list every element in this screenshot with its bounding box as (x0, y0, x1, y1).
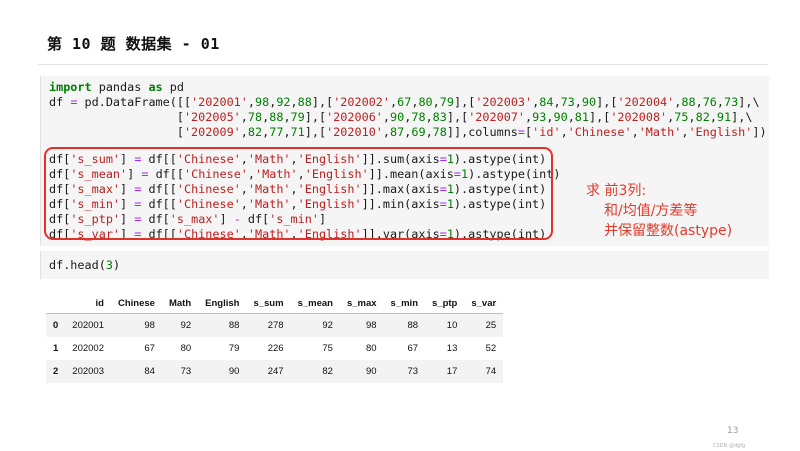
column-header-math: Math (168, 297, 192, 309)
table-row: 2 202003 84 73 90 247 82 90 73 17 74 (46, 360, 504, 383)
code-line: df = pd.DataFrame([['202001',98,92,88],[… (49, 95, 760, 109)
code-block-head: df.head(3) (49, 258, 120, 273)
slide: 第 10 题 数据集 - 01 import pandas as pd df =… (0, 0, 800, 451)
cell-s-max: 80 (365, 343, 377, 354)
annotation-line-2: 和/均值/方差等 (604, 203, 698, 219)
row-index: 1 (53, 343, 59, 354)
cell-s-var: 74 (485, 366, 497, 377)
cell-s-sum: 278 (267, 320, 284, 331)
cell-chinese: 67 (144, 343, 155, 354)
cell-id: 202002 (72, 343, 104, 354)
cell-s-var: 52 (485, 343, 497, 354)
cell-math: 80 (180, 343, 192, 354)
column-header-s-var: s_var (471, 297, 497, 309)
cell-s-sum: 226 (267, 343, 284, 354)
watermark: CSDN @dgfg (713, 443, 746, 449)
dataframe-output: id Chinese Math English s_sum s_mean s_m… (46, 293, 504, 383)
column-header-s-sum: s_sum (253, 297, 284, 309)
cell-s-ptp: 10 (446, 320, 458, 331)
cell-s-ptp: 17 (446, 366, 458, 377)
code-line: ['202005',78,88,79],['202006',90,78,83],… (49, 110, 753, 124)
cell-s-max: 90 (365, 366, 377, 377)
code-line: df.head(3) (49, 258, 121, 272)
cell-english: 90 (228, 366, 240, 377)
code-line: ['202009',82,77,71],['202010',87,69,78]]… (49, 125, 767, 139)
column-header-english: English (205, 297, 240, 309)
cell-math: 92 (180, 320, 192, 331)
row-index: 2 (53, 366, 59, 377)
column-header-s-mean: s_mean (297, 297, 333, 309)
annotation-line-3: 并保留整数(astype) (604, 223, 733, 239)
highlight-box (44, 147, 553, 240)
cell-english: 79 (228, 343, 240, 354)
code-line: import pandas as pd (49, 80, 184, 94)
cell-english: 88 (228, 320, 240, 331)
title-divider (38, 64, 768, 65)
column-header-chinese: Chinese (118, 297, 155, 309)
cell-s-mean: 92 (322, 320, 333, 331)
cell-s-min: 88 (407, 320, 419, 331)
cell-s-mean: 75 (322, 343, 333, 354)
cell-s-ptp: 13 (446, 343, 458, 354)
page-number: 13 (727, 426, 739, 436)
dataframe-header-row: id Chinese Math English s_sum s_mean s_m… (46, 293, 504, 314)
cell-s-sum: 247 (267, 366, 284, 377)
cell-chinese: 98 (144, 320, 155, 331)
code-cell-2[interactable] (40, 251, 769, 279)
column-header-s-ptp: s_ptp (432, 297, 458, 309)
cell-id: 202003 (72, 366, 104, 377)
slide-title: 第 10 题 数据集 - 01 (47, 35, 220, 53)
cell-s-min: 73 (407, 366, 419, 377)
table-row: 0 202001 98 92 88 278 92 98 88 10 25 (46, 313, 504, 337)
cell-s-max: 98 (365, 320, 377, 331)
column-header-id: id (95, 297, 104, 309)
code-block-dataframe: import pandas as pd df = pd.DataFrame([[… (49, 80, 767, 140)
cell-s-mean: 82 (322, 366, 333, 377)
column-header-s-max: s_max (346, 297, 377, 309)
column-header-s-min: s_min (390, 297, 419, 309)
cell-id: 202001 (72, 320, 104, 331)
cell-chinese: 84 (144, 366, 155, 377)
table-row: 1 202002 67 80 79 226 75 80 67 13 52 (46, 337, 503, 360)
cell-s-min: 67 (407, 343, 419, 354)
column-header-index (46, 293, 65, 314)
row-index: 0 (53, 320, 59, 331)
annotation-line-1: 求 前3列: (586, 183, 647, 199)
cell-s-var: 25 (485, 320, 497, 331)
cell-math: 73 (180, 366, 192, 377)
